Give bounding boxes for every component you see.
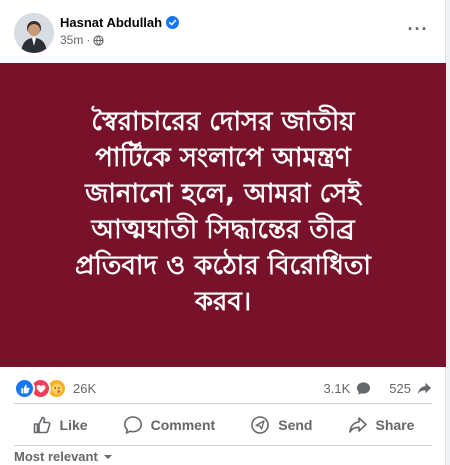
post-actions: Like Comment Send Share bbox=[14, 405, 432, 445]
avatar-image bbox=[14, 13, 54, 53]
send-button[interactable]: Send bbox=[240, 408, 322, 442]
share-arrow-icon bbox=[417, 382, 432, 395]
post-header: Hasnat Abdullah 35m · ··· bbox=[0, 0, 446, 62]
post-meta: 35m · bbox=[60, 33, 104, 47]
comment-label: Comment bbox=[150, 417, 216, 433]
thumbs-up-icon bbox=[33, 416, 51, 434]
globe-icon bbox=[93, 34, 104, 46]
more-options-icon[interactable]: ··· bbox=[405, 19, 431, 39]
post-time[interactable]: 35m bbox=[60, 33, 83, 47]
comment-bubble-icon bbox=[357, 382, 371, 395]
share-icon bbox=[348, 417, 367, 433]
author-name[interactable]: Hasnat Abdullah bbox=[60, 15, 162, 30]
author-row: Hasnat Abdullah bbox=[60, 15, 180, 30]
reactions-summary[interactable]: 26K bbox=[14, 378, 96, 399]
chevron-down-icon bbox=[103, 454, 112, 459]
avatar[interactable] bbox=[14, 13, 54, 53]
chat-icon bbox=[123, 416, 142, 434]
like-reaction-icon bbox=[14, 378, 35, 399]
post-image[interactable]: স্বৈরাচারের দোসর জাতীয় পার্টিকে সংলাপে … bbox=[0, 63, 446, 367]
post-image-text: স্বৈরাচারের দোসর জাতীয় পার্টিকে সংলাপে … bbox=[75, 107, 371, 317]
send-icon bbox=[251, 416, 270, 434]
divider-top bbox=[14, 403, 432, 404]
engagement-stats: 3.1K 525 bbox=[324, 381, 432, 396]
like-button[interactable]: Like bbox=[22, 408, 98, 442]
divider-bottom bbox=[14, 445, 432, 446]
post-card: Hasnat Abdullah 35m · ··· স্বৈরাচারের দো… bbox=[0, 0, 446, 465]
share-label: Share bbox=[375, 417, 415, 433]
comments-count[interactable]: 3.1K bbox=[324, 381, 351, 396]
reactions-count: 26K bbox=[73, 381, 97, 396]
like-label: Like bbox=[59, 417, 88, 433]
comment-button[interactable]: Comment bbox=[113, 408, 226, 442]
comment-sort-label: Most relevant bbox=[14, 449, 98, 464]
comment-sort-dropdown[interactable]: Most relevant bbox=[14, 449, 113, 464]
shares-count[interactable]: 525 bbox=[389, 381, 411, 396]
verified-badge-icon bbox=[166, 16, 180, 29]
send-label: Send bbox=[278, 417, 313, 433]
share-button[interactable]: Share bbox=[338, 408, 425, 442]
meta-dot: · bbox=[86, 33, 91, 47]
post-stats: 26K 3.1K 525 bbox=[0, 372, 446, 402]
